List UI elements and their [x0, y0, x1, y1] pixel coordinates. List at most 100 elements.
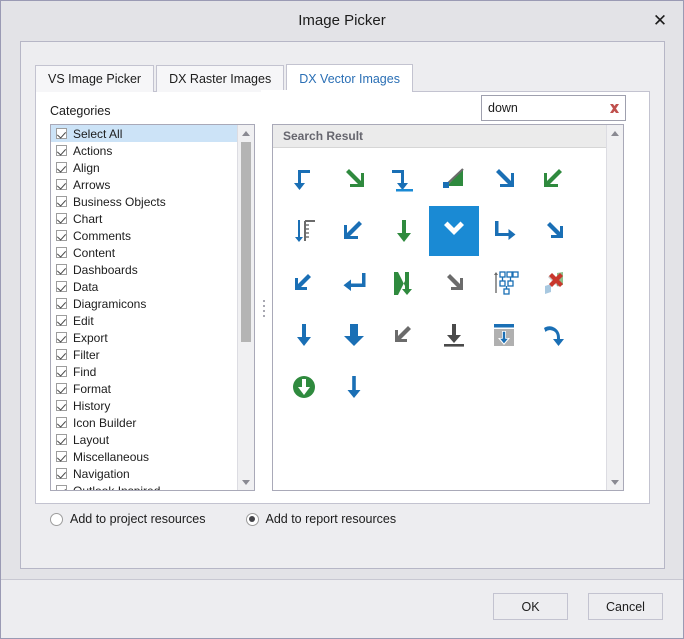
- checkbox-checked-icon[interactable]: [56, 162, 67, 173]
- arrow-down-thin-icon[interactable]: [279, 310, 329, 360]
- arrow-down-plain-icon[interactable]: [329, 362, 379, 412]
- close-icon[interactable]: ✕: [645, 7, 675, 35]
- arrow-down-green-icon[interactable]: [379, 206, 429, 256]
- arrow-curve-down-icon[interactable]: [529, 310, 579, 360]
- checkbox-checked-icon[interactable]: [56, 468, 67, 479]
- arrow-down-ruler-icon[interactable]: [279, 206, 329, 256]
- panel-splitter[interactable]: [261, 297, 267, 319]
- clear-x-icon[interactable]: [603, 96, 625, 120]
- list-item[interactable]: History: [51, 397, 237, 414]
- list-item[interactable]: Diagramicons: [51, 295, 237, 312]
- download-to-line-icon[interactable]: [429, 310, 479, 360]
- move-to-bottom-icon[interactable]: [479, 310, 529, 360]
- radio-button-icon[interactable]: [50, 512, 63, 526]
- checkbox-checked-icon[interactable]: [56, 349, 67, 360]
- list-item-label: Business Objects: [73, 194, 166, 209]
- categories-listbox[interactable]: Select All Actions Align Arrows Business…: [50, 124, 255, 491]
- checkbox-checked-icon[interactable]: [56, 400, 67, 411]
- radio-add-to-project-resources[interactable]: Add to project resources: [50, 512, 206, 526]
- ok-button[interactable]: OK: [493, 593, 568, 620]
- tab-dx-vector-images[interactable]: DX Vector Images: [286, 64, 413, 92]
- arrow-enter-return-icon[interactable]: [329, 258, 379, 308]
- arrow-zigzag-down-green-icon[interactable]: [379, 258, 429, 308]
- search-input[interactable]: [482, 101, 603, 115]
- checkbox-checked-icon[interactable]: [56, 451, 67, 462]
- list-item[interactable]: Outlook Inspired: [51, 482, 237, 490]
- arrow-down-left-small-icon[interactable]: [279, 258, 329, 308]
- checkbox-checked-icon[interactable]: [56, 298, 67, 309]
- list-item[interactable]: Comments: [51, 227, 237, 244]
- scroll-down-icon[interactable]: [238, 474, 254, 490]
- list-item-label: Actions: [73, 143, 113, 158]
- arrow-down-thick-icon[interactable]: [329, 310, 379, 360]
- trend-line-down-icon[interactable]: [429, 154, 479, 204]
- list-item[interactable]: Align: [51, 159, 237, 176]
- checkbox-checked-icon[interactable]: [56, 179, 67, 190]
- list-item[interactable]: Select All: [51, 125, 237, 142]
- arrow-down-right-small-icon[interactable]: [529, 206, 579, 256]
- checkbox-checked-icon[interactable]: [56, 196, 67, 207]
- radio-button-selected-icon[interactable]: [245, 512, 259, 526]
- arrow-turn-down-left-icon[interactable]: [379, 154, 429, 204]
- arrow-turn-right-down-icon[interactable]: [479, 206, 529, 256]
- checkbox-checked-icon[interactable]: [56, 247, 67, 258]
- checkbox-checked-icon[interactable]: [56, 383, 67, 394]
- radio-add-to-report-resources[interactable]: Add to report resources: [245, 512, 396, 526]
- list-item[interactable]: Chart: [51, 210, 237, 227]
- download-circle-green-icon[interactable]: [279, 362, 329, 412]
- tab-vs-image-picker[interactable]: VS Image Picker: [35, 65, 155, 92]
- image-picker-dialog: Image Picker ✕ VS Image Picker DX Raster…: [0, 0, 684, 639]
- list-item[interactable]: Edit: [51, 312, 237, 329]
- arrow-down-left-gray-icon[interactable]: [379, 310, 429, 360]
- arrow-down-left-green-icon[interactable]: [529, 154, 579, 204]
- checkbox-checked-icon[interactable]: [56, 230, 67, 241]
- checkbox-checked-icon[interactable]: [56, 332, 67, 343]
- checkbox-checked-icon[interactable]: [56, 128, 67, 139]
- dialog-footer: OK Cancel: [1, 580, 683, 638]
- results-scrollbar[interactable]: [606, 125, 623, 490]
- list-item[interactable]: Data: [51, 278, 237, 295]
- list-item[interactable]: Miscellaneous: [51, 448, 237, 465]
- list-item[interactable]: Export: [51, 329, 237, 346]
- list-item[interactable]: Filter: [51, 346, 237, 363]
- page-title: Image Picker: [298, 12, 386, 29]
- chevron-down-icon[interactable]: [429, 206, 479, 256]
- radio-label: Add to project resources: [70, 512, 206, 526]
- list-item[interactable]: Business Objects: [51, 193, 237, 210]
- scroll-up-icon[interactable]: [238, 125, 254, 141]
- checkbox-checked-icon[interactable]: [56, 366, 67, 377]
- search-box[interactable]: [481, 95, 626, 121]
- arrow-down-right-blue-icon[interactable]: [479, 154, 529, 204]
- categories-list[interactable]: Select All Actions Align Arrows Business…: [51, 125, 237, 490]
- list-item[interactable]: Layout: [51, 431, 237, 448]
- list-item[interactable]: Actions: [51, 142, 237, 159]
- list-item[interactable]: Arrows: [51, 176, 237, 193]
- list-item[interactable]: Dashboards: [51, 261, 237, 278]
- arrow-down-right-gray-icon[interactable]: [429, 258, 479, 308]
- checkbox-checked-icon[interactable]: [56, 145, 67, 156]
- checkbox-checked-icon[interactable]: [56, 485, 67, 490]
- checkbox-checked-icon[interactable]: [56, 213, 67, 224]
- list-item[interactable]: Navigation: [51, 465, 237, 482]
- checkbox-checked-icon[interactable]: [56, 281, 67, 292]
- scroll-down-icon[interactable]: [607, 474, 623, 490]
- checkbox-checked-icon[interactable]: [56, 434, 67, 445]
- arrow-down-left-blue-icon[interactable]: [329, 206, 379, 256]
- tab-dx-raster-images[interactable]: DX Raster Images: [156, 65, 285, 92]
- cancel-button[interactable]: Cancel: [588, 593, 663, 620]
- tree-hierarchy-down-icon[interactable]: [479, 258, 529, 308]
- list-item[interactable]: Icon Builder: [51, 414, 237, 431]
- categories-scrollbar[interactable]: [237, 125, 254, 490]
- map-drill-down-delete-icon[interactable]: [529, 258, 579, 308]
- checkbox-checked-icon[interactable]: [56, 264, 67, 275]
- checkbox-checked-icon[interactable]: [56, 417, 67, 428]
- list-item[interactable]: Format: [51, 380, 237, 397]
- scroll-up-icon[interactable]: [607, 125, 623, 141]
- checkbox-checked-icon[interactable]: [56, 315, 67, 326]
- list-item[interactable]: Find: [51, 363, 237, 380]
- categories-label: Categories: [50, 104, 111, 118]
- arrow-diagonal-down-right-green-icon[interactable]: [329, 154, 379, 204]
- list-item[interactable]: Content: [51, 244, 237, 261]
- arrow-turn-down-icon[interactable]: [279, 154, 329, 204]
- scrollbar-thumb[interactable]: [241, 142, 251, 342]
